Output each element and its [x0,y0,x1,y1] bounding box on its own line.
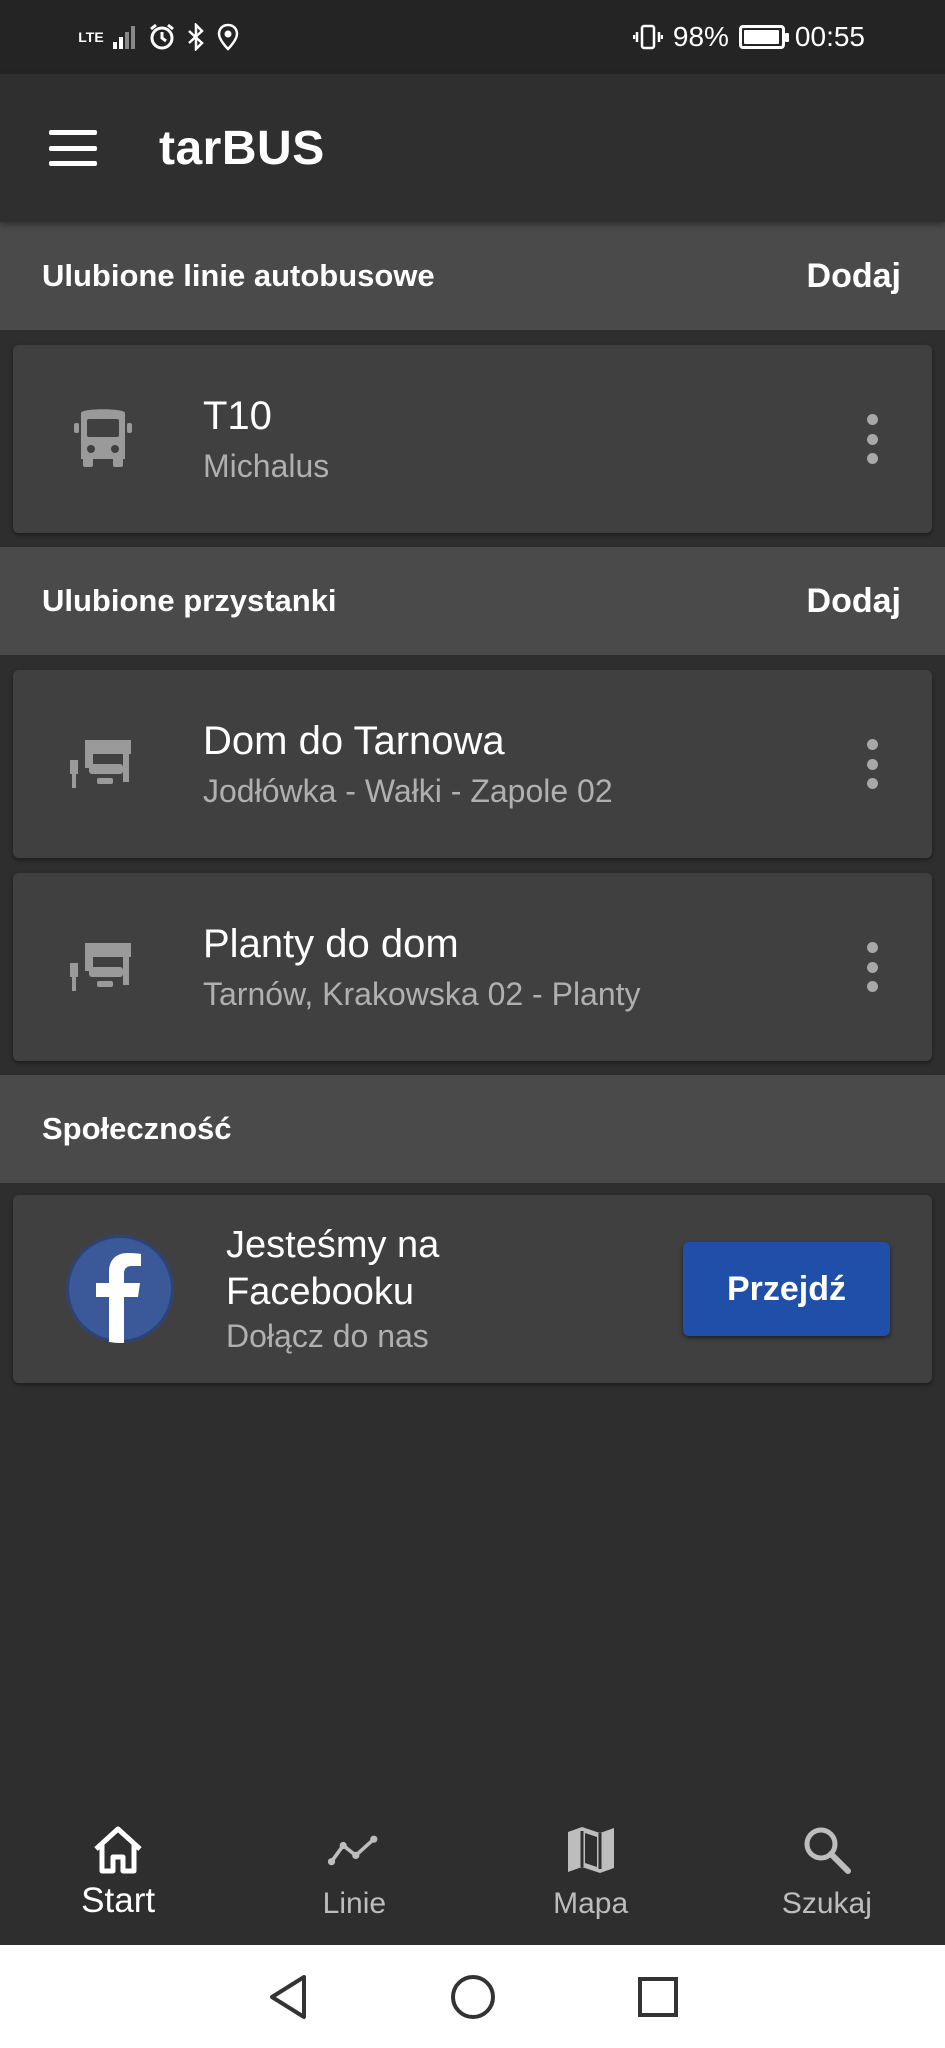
nav-item-szukaj[interactable]: Szukaj [709,1795,945,1945]
bus-icon [63,399,143,479]
status-left: LTE [78,23,240,51]
battery-icon [738,25,789,49]
add-line-button[interactable]: Dodaj [807,257,901,296]
stop-name: Dom do Tarnowa [203,719,505,763]
section-title: Ulubione linie autobusowe [42,258,435,293]
line-chart-icon [327,1823,381,1877]
nav-label: Szukaj [781,1887,872,1920]
signal-icon [112,24,138,50]
alarm-icon [148,23,176,51]
recent-apps-icon[interactable] [633,1972,683,2022]
stop-route: Tarnów, Krakowska 02 - Planty [203,976,641,1012]
bluetooth-icon [186,23,206,51]
add-stop-button[interactable]: Dodaj [807,582,901,621]
section-title: Ulubione przystanki [42,583,337,618]
facebook-text: Jesteśmy na Facebooku Dołącz do nas [226,1222,526,1356]
battery-percentage: 98% [672,21,729,52]
system-navigation-bar [0,1945,945,2048]
line-number: T10 [203,394,272,438]
status-right: 98% 00:55 [632,21,865,53]
more-options-icon[interactable] [864,942,880,992]
clock: 00:55 [794,21,865,52]
back-icon[interactable] [263,1972,313,2022]
stop-route: Jodłówka - Wałki - Zapole 02 [203,773,613,809]
location-icon [216,23,240,51]
section-title: Społeczność [42,1111,232,1146]
bus-stop-icon [63,927,143,1007]
search-icon [800,1823,854,1877]
vibrate-icon [632,23,663,51]
card-text: Planty do dom Tarnów, Krakowska 02 - Pla… [203,920,641,1014]
nav-label: Start [81,1881,156,1920]
app-title: tarBUS [159,121,325,175]
go-to-facebook-button[interactable]: Przejdź [683,1242,890,1336]
lte-indicator: LTE [78,29,104,45]
community-header: Społeczność [0,1075,945,1183]
bus-stop-icon [63,724,143,804]
app-bar: tarBUS [0,74,945,222]
map-icon [564,1823,618,1877]
favorite-line-card[interactable]: T10 Michalus [13,345,932,533]
nav-item-linie[interactable]: Linie [236,1795,472,1945]
favorite-stops-header: Ulubione przystanki Dodaj [0,547,945,655]
line-operator: Michalus [203,448,330,484]
nav-label: Linie [322,1887,387,1920]
nav-item-mapa[interactable]: Mapa [473,1795,709,1945]
facebook-title: Jesteśmy na Facebooku [226,1224,440,1313]
more-options-icon[interactable] [864,414,880,464]
card-text: T10 Michalus [203,392,329,486]
more-options-icon[interactable] [864,739,880,789]
bottom-navigation: Start Linie Mapa Szukaj [0,1795,945,1945]
card-text: Dom do Tarnowa Jodłówka - Wałki - Zapole… [203,717,613,811]
stop-name: Planty do dom [203,922,459,966]
nav-item-start[interactable]: Start [0,1795,236,1945]
home-button-icon[interactable] [448,1972,498,2022]
facebook-card: Jesteśmy na Facebooku Dołącz do nas Prze… [13,1195,932,1383]
nav-label: Mapa [553,1887,629,1920]
favorite-stop-card[interactable]: Planty do dom Tarnów, Krakowska 02 - Pla… [13,873,932,1061]
hamburger-menu-icon[interactable] [49,130,97,166]
favorite-stop-card[interactable]: Dom do Tarnowa Jodłówka - Wałki - Zapole… [13,670,932,858]
favorite-lines-header: Ulubione linie autobusowe Dodaj [0,222,945,330]
battery-fill [743,30,780,44]
home-icon [91,1823,145,1877]
facebook-subtitle: Dołącz do nas [226,1318,429,1354]
facebook-logo-icon [66,1235,174,1343]
status-bar: LTE 98% 00:55 [0,0,945,74]
